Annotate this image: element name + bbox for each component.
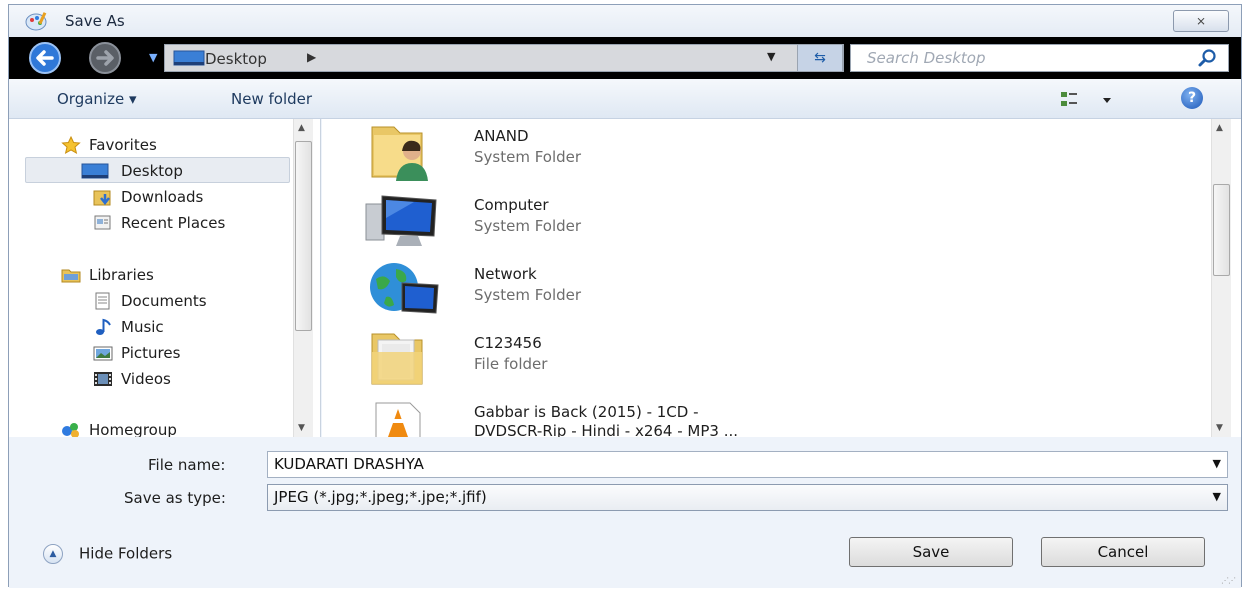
nav-item-label: Homegroup <box>89 421 177 437</box>
file-name: ANAND <box>474 127 529 145</box>
file-list: ANAND System Folder Computer System Fold… <box>322 119 1241 437</box>
scroll-up-icon[interactable]: ▲ <box>1216 123 1223 133</box>
save-as-type-label: Save as type: <box>124 489 226 507</box>
search-icon[interactable] <box>1197 48 1219 68</box>
cancel-button[interactable]: Cancel <box>1041 537 1205 567</box>
file-name: Computer <box>474 196 549 214</box>
hide-folders-label: Hide Folders <box>79 544 173 563</box>
file-name: Gabbar is Back (2015) - 1CD - <box>474 403 699 421</box>
save-as-type-select[interactable]: JPEG (*.jpg;*.jpeg;*.jpe;*.jfif) ▼ <box>267 484 1228 511</box>
desktop-icon <box>173 50 205 66</box>
refresh-button[interactable]: ⇆ <box>797 44 843 72</box>
music-icon <box>96 318 111 335</box>
new-folder-button[interactable]: New folder <box>231 90 312 108</box>
command-bar: Organize ▾ New folder ? <box>9 79 1241 119</box>
help-icon[interactable]: ? <box>1181 87 1203 109</box>
save-as-dialog: Save As ⨯ ▼ Desktop ▶ ▼ ⇆ Search Desktop <box>8 4 1242 588</box>
save-button[interactable]: Save <box>849 537 1013 567</box>
nav-item-label: Pictures <box>121 344 181 362</box>
navigation-scrollbar[interactable]: ▲ ▼ <box>293 119 313 437</box>
nav-item-label: Favorites <box>89 136 157 154</box>
hide-folders-button[interactable]: ▲ Hide Folders <box>43 544 172 564</box>
file-list-scrollbar[interactable]: ▲ ▼ <box>1211 119 1231 437</box>
organize-button[interactable]: Organize ▾ <box>57 90 137 108</box>
title-bar: Save As ⨯ <box>9 5 1241 37</box>
file-name-input[interactable]: KUDARATI DRASHYA ▼ <box>267 451 1228 478</box>
scroll-up-icon[interactable]: ▲ <box>298 123 305 133</box>
paint-app-icon <box>25 12 47 31</box>
nav-item-label: Libraries <box>89 266 154 284</box>
window-title: Save As <box>65 12 125 30</box>
scrollbar-thumb[interactable] <box>295 141 312 331</box>
address-field[interactable]: Desktop ▶ ▼ <box>164 44 844 72</box>
file-type: File folder <box>474 355 548 373</box>
file-item-gabbar[interactable]: Gabbar is Back (2015) - 1CD - DVDSCR-Rip… <box>362 395 962 437</box>
nav-item-label: Documents <box>121 292 207 310</box>
nav-item-label: Videos <box>121 370 171 388</box>
save-options-panel: File name: KUDARATI DRASHYA ▼ Save as ty… <box>9 438 1241 588</box>
collapse-up-icon: ▲ <box>43 544 63 564</box>
network-icon <box>370 263 439 314</box>
nav-item-label: Music <box>121 318 164 336</box>
scroll-down-icon[interactable]: ▼ <box>1216 423 1223 433</box>
file-item-computer[interactable]: Computer System Folder <box>362 188 962 254</box>
file-type: System Folder <box>474 148 582 166</box>
vlc-file-icon <box>375 402 421 437</box>
nav-item-label: Desktop <box>121 162 183 180</box>
resize-grip-icon[interactable]: ⋰⋰ <box>1221 576 1236 585</box>
file-name: Network <box>474 265 537 283</box>
videos-icon <box>94 372 112 386</box>
search-field[interactable]: Search Desktop <box>850 44 1229 72</box>
libraries-icon <box>61 269 81 283</box>
search-input[interactable]: Search Desktop <box>867 49 986 67</box>
recent-pages-dropdown-icon[interactable]: ▼ <box>149 51 157 64</box>
back-arrow-icon[interactable] <box>21 41 73 75</box>
desktop-icon <box>81 163 109 179</box>
downloads-icon <box>93 190 111 206</box>
star-icon <box>61 136 81 154</box>
save-as-type-value: JPEG (*.jpg;*.jpeg;*.jpe;*.jfif) <box>274 488 487 506</box>
file-name-label: File name: <box>148 456 226 474</box>
pictures-icon <box>93 346 113 361</box>
chevron-right-icon[interactable]: ▶ <box>307 50 316 64</box>
file-name-continued: DVDSCR-Rip - Hindi - x264 - MP3 ... <box>474 422 739 437</box>
file-type: System Folder <box>474 286 582 304</box>
chevron-down-icon[interactable]: ▼ <box>1213 457 1221 470</box>
nav-item-label: Downloads <box>121 188 204 206</box>
address-bar: ▼ Desktop ▶ ▼ ⇆ Search Desktop <box>9 37 1241 79</box>
file-type: System Folder <box>474 217 582 235</box>
scroll-down-icon[interactable]: ▼ <box>298 423 305 433</box>
folder-icon <box>371 333 423 385</box>
homegroup-icon <box>62 423 79 437</box>
file-item-c123456[interactable]: C123456 File folder <box>362 326 962 392</box>
change-view-icon[interactable] <box>1059 89 1119 111</box>
file-name: C123456 <box>474 334 542 352</box>
chevron-down-icon[interactable]: ▼ <box>1213 490 1221 503</box>
file-name-value: KUDARATI DRASHYA <box>274 455 424 473</box>
address-location: Desktop <box>205 50 267 68</box>
forward-arrow-icon[interactable] <box>81 41 133 75</box>
navigation-pane: Favorites Desktop Downloads Recent Place… <box>9 119 321 437</box>
recent-places-icon <box>94 215 111 230</box>
file-item-anand[interactable]: ANAND System Folder <box>362 119 962 185</box>
scrollbar-thumb[interactable] <box>1213 184 1230 276</box>
nav-item-label: Recent Places <box>121 214 226 232</box>
chevron-down-icon[interactable]: ▼ <box>767 50 775 63</box>
computer-icon <box>365 195 437 246</box>
refresh-icon: ⇆ <box>814 50 826 66</box>
documents-icon <box>95 292 110 310</box>
file-item-network[interactable]: Network System Folder <box>362 257 962 323</box>
close-button[interactable]: ⨯ <box>1173 10 1229 32</box>
user-folder-icon <box>371 126 428 181</box>
